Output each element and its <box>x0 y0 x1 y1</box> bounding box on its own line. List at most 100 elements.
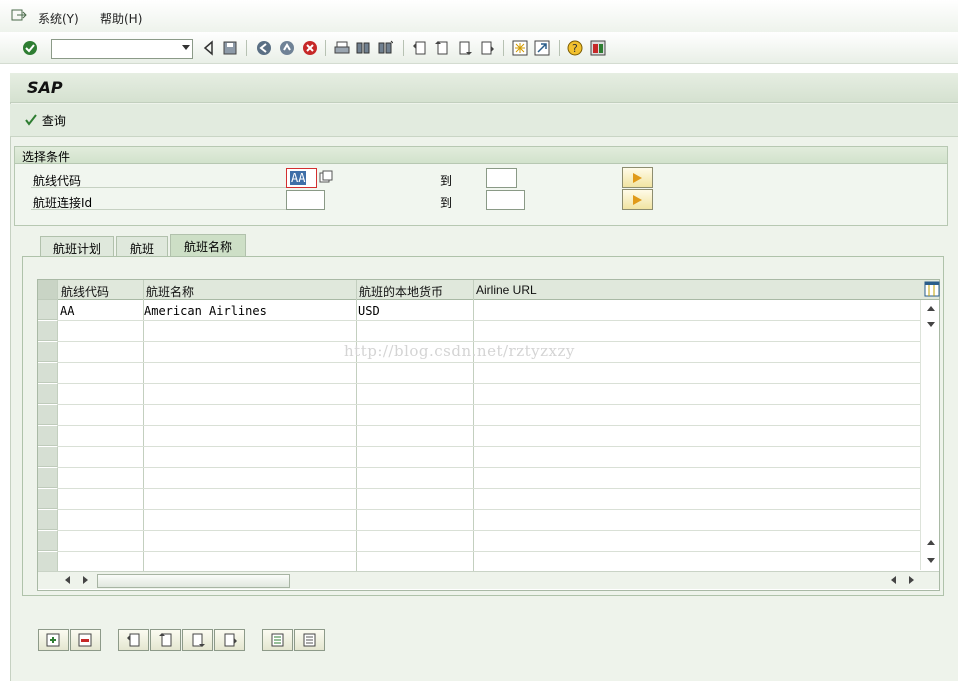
scroll-right-icon[interactable] <box>83 576 88 584</box>
enter-icon[interactable] <box>22 40 38 56</box>
table-row <box>57 425 922 426</box>
tab-flights[interactable]: 航班 <box>116 236 168 256</box>
column-header-airline-code[interactable]: 航线代码 <box>61 283 109 300</box>
select-block-button[interactable] <box>262 629 293 651</box>
select-all-cell[interactable] <box>38 280 57 300</box>
toolbar-separator <box>325 40 326 56</box>
connection-id-from-input[interactable] <box>286 190 325 210</box>
query-button-label: 查询 <box>41 114 66 128</box>
scroll-right-end-icon[interactable] <box>909 576 914 584</box>
row-selector[interactable] <box>38 384 57 404</box>
create-session-icon[interactable] <box>512 40 528 56</box>
tab-flight-schedule[interactable]: 航班计划 <box>40 236 114 256</box>
tab-label: 航班计划 <box>52 242 101 256</box>
menu-help[interactable]: 帮助(H) <box>100 10 142 27</box>
last-page-icon[interactable] <box>479 40 495 56</box>
toolbar-separator <box>403 40 404 56</box>
tab-label: 航班名称 <box>183 240 232 254</box>
next-page-button[interactable] <box>182 629 213 651</box>
back-nav-icon[interactable] <box>256 40 272 56</box>
scroll-page-up-icon[interactable] <box>927 540 935 545</box>
scroll-up-icon[interactable] <box>927 306 935 311</box>
query-button[interactable]: 查询 <box>24 112 66 130</box>
prev-page-button[interactable] <box>150 629 181 651</box>
title-bar <box>10 73 958 103</box>
prev-page-icon[interactable] <box>434 40 450 56</box>
cell-airline-name[interactable]: American Airlines <box>144 304 267 318</box>
exit-icon[interactable] <box>279 40 295 56</box>
delete-row-button[interactable] <box>70 629 101 651</box>
table-row <box>57 488 922 489</box>
last-page-button[interactable] <box>214 629 245 651</box>
deselect-block-button[interactable] <box>294 629 325 651</box>
table-row <box>57 446 922 447</box>
connection-id-to-input[interactable] <box>486 190 525 210</box>
chevron-down-icon[interactable] <box>182 45 190 50</box>
row-selector[interactable] <box>38 300 57 320</box>
column-settings-icon[interactable] <box>924 281 940 300</box>
data-table: 航线代码 航班名称 航班的本地货币 Airline URL AA America… <box>37 279 940 591</box>
row-selector[interactable] <box>38 552 57 572</box>
find-next-icon[interactable] <box>377 40 394 56</box>
menu-icon[interactable] <box>11 8 27 25</box>
print-icon[interactable] <box>334 40 350 56</box>
command-field[interactable] <box>51 39 193 59</box>
shortcut-icon[interactable] <box>534 40 550 56</box>
row-selector[interactable] <box>38 468 57 488</box>
airline-code-multi-button[interactable] <box>622 167 653 188</box>
first-page-button[interactable] <box>118 629 149 651</box>
airline-code-to-input[interactable] <box>486 168 517 188</box>
row-selector[interactable] <box>38 531 57 551</box>
tab-label: 航班 <box>129 242 154 256</box>
delete-row-icon <box>78 633 92 647</box>
insert-row-button[interactable] <box>38 629 69 651</box>
selection-frame-header <box>15 147 947 164</box>
airline-code-from-value: AA <box>290 171 307 185</box>
column-header-airline-name[interactable]: 航班名称 <box>146 283 194 300</box>
row-selector[interactable] <box>38 342 57 362</box>
row-selector[interactable] <box>38 405 57 425</box>
table-row <box>57 362 922 363</box>
column-header-url[interactable]: Airline URL <box>476 283 537 297</box>
scroll-page-down-icon[interactable] <box>927 558 935 563</box>
tab-flight-name[interactable]: 航班名称 <box>170 234 246 256</box>
connection-id-multi-button[interactable] <box>622 189 653 210</box>
first-page-icon[interactable] <box>412 40 428 56</box>
toolbar-separator <box>246 40 247 56</box>
row-selector[interactable] <box>38 363 57 383</box>
row-selector[interactable] <box>38 510 57 530</box>
page-title: SAP <box>27 78 63 97</box>
scroll-left-icon[interactable] <box>65 576 70 584</box>
cell-currency[interactable]: USD <box>358 304 380 318</box>
selection-title: 选择条件 <box>22 150 71 164</box>
row-selector[interactable] <box>38 489 57 509</box>
row-selector[interactable] <box>38 321 57 341</box>
multiple-selection-icon[interactable] <box>319 170 333 187</box>
checkmark-icon <box>25 114 37 126</box>
save-icon[interactable] <box>222 40 238 56</box>
menu-system[interactable]: 系统(Y) <box>38 10 79 27</box>
cancel-icon[interactable] <box>302 40 318 56</box>
help-icon[interactable]: ? <box>567 40 583 56</box>
deselect-block-icon <box>303 633 316 647</box>
column-header-currency[interactable]: 航班的本地货币 <box>359 283 443 300</box>
table-row <box>57 467 922 468</box>
back-icon[interactable] <box>201 40 217 56</box>
label-underline <box>31 187 286 188</box>
label-underline <box>31 209 286 210</box>
next-page-icon[interactable] <box>457 40 473 56</box>
table-row <box>57 383 922 384</box>
scroll-left-end-icon[interactable] <box>891 576 896 584</box>
find-icon[interactable] <box>355 40 371 56</box>
vertical-scrollbar[interactable] <box>920 300 939 570</box>
layout-icon[interactable] <box>590 40 606 56</box>
cell-airline-code[interactable]: AA <box>60 304 74 318</box>
row-selector[interactable] <box>38 447 57 467</box>
horizontal-scroll-thumb[interactable] <box>97 574 290 588</box>
airline-code-to-label: 到 <box>440 174 453 188</box>
row-selector[interactable] <box>38 426 57 446</box>
first-page-icon <box>127 633 140 647</box>
connection-id-to-label: 到 <box>440 196 453 210</box>
scroll-down-icon[interactable] <box>927 322 935 327</box>
airline-code-from-input[interactable]: AA <box>286 168 317 188</box>
